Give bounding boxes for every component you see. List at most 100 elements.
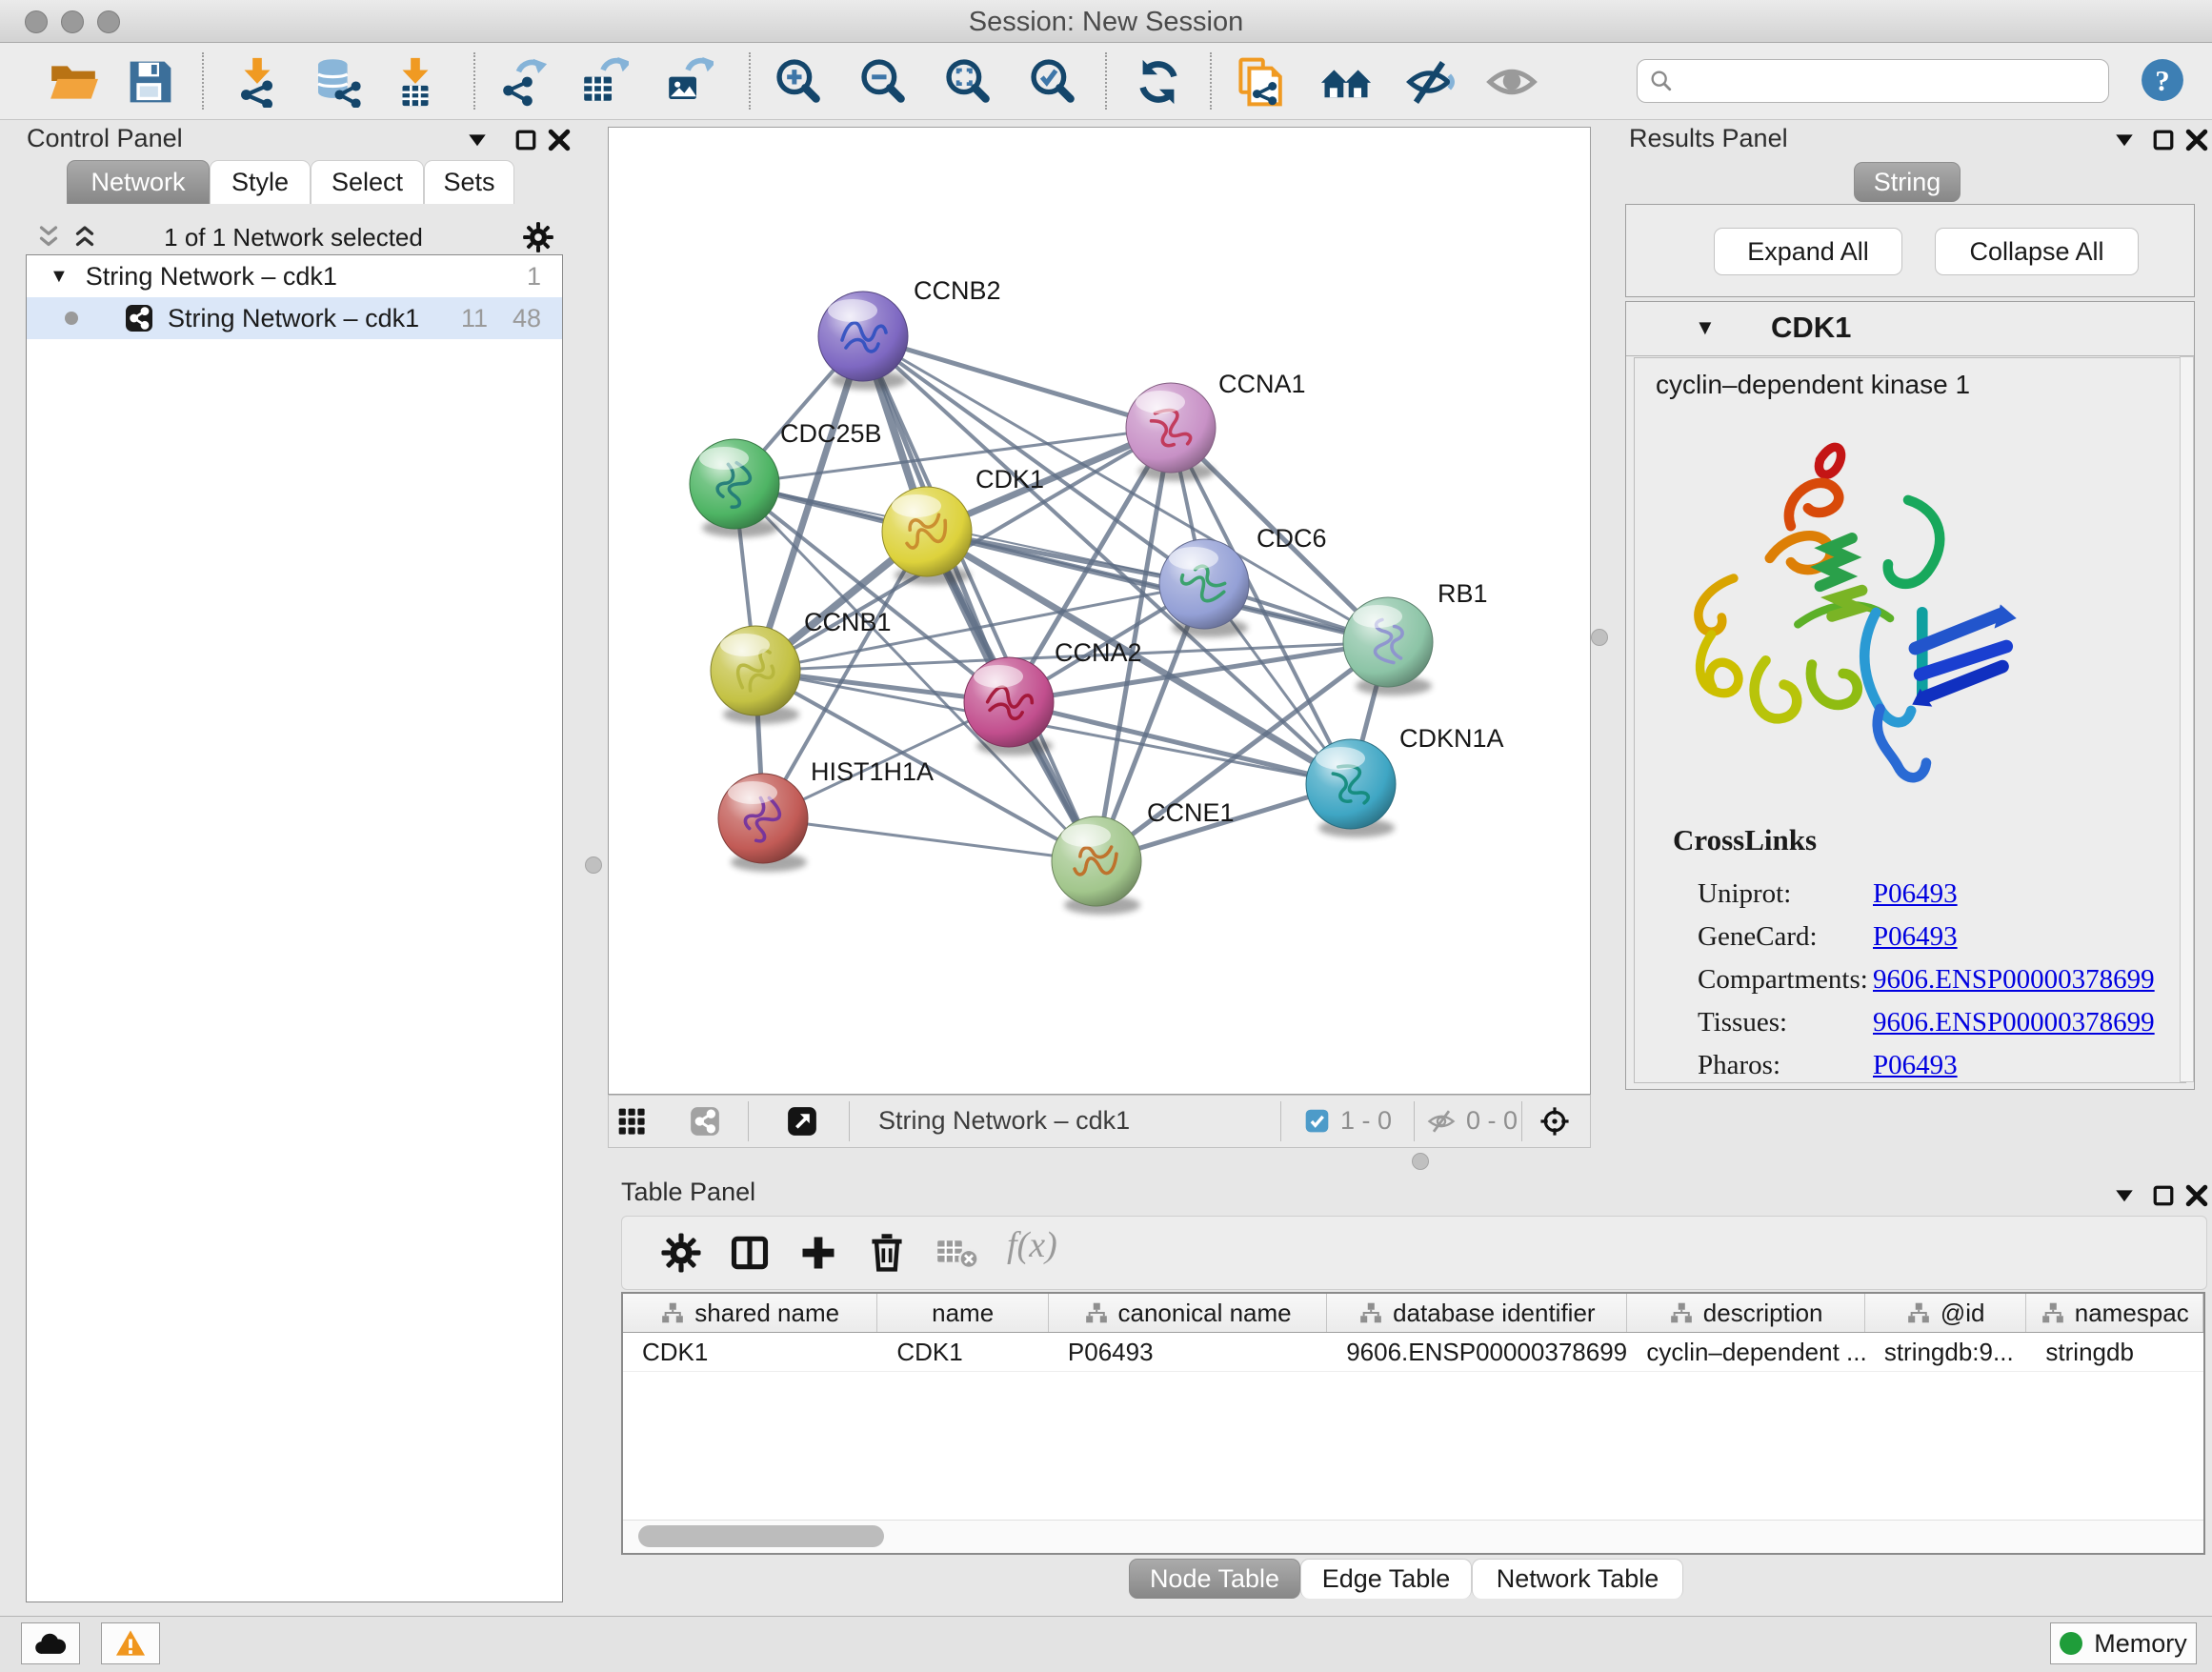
refresh-icon[interactable]	[1133, 56, 1184, 108]
fit-selected-crosshair-icon[interactable]	[1538, 1105, 1571, 1138]
import-network-icon[interactable]	[231, 56, 283, 108]
zoom-selected-icon[interactable]	[1027, 56, 1078, 108]
birdseye-view-icon[interactable]	[786, 1105, 818, 1138]
delete-column-icon[interactable]	[866, 1232, 908, 1274]
column-header-namespac[interactable]: namespac	[2026, 1294, 2203, 1332]
network-canvas[interactable]: CCNB2 CCNA1 CDC25B CDK1 CDC6 RB1 CCNB1 C…	[608, 127, 1591, 1095]
bottom-splitter-handle[interactable]	[1412, 1153, 1429, 1170]
column-header-name[interactable]: name	[877, 1294, 1049, 1332]
table-panel-float-icon[interactable]	[2149, 1181, 2178, 1210]
expand-all-button[interactable]: Expand All	[1714, 228, 1902, 275]
table-cell[interactable]: P06493	[1049, 1333, 1327, 1371]
table-cell[interactable]: CDK1	[623, 1333, 877, 1371]
tab-edge-table[interactable]: Edge Table	[1300, 1559, 1472, 1599]
hide-panel-icon[interactable]	[1403, 56, 1455, 108]
show-columns-icon[interactable]	[729, 1232, 771, 1274]
crosslink-link[interactable]: P06493	[1873, 1050, 1958, 1081]
export-image-icon[interactable]	[662, 56, 714, 108]
results-panel-menu-icon[interactable]	[2110, 126, 2139, 154]
tab-sets[interactable]: Sets	[424, 160, 514, 204]
network-type-icon[interactable]	[689, 1105, 721, 1138]
control-panel-float-icon[interactable]	[512, 126, 540, 154]
crosslink-link[interactable]: P06493	[1873, 921, 1958, 953]
tab-network[interactable]: Network	[67, 160, 210, 204]
warnings-button[interactable]	[101, 1622, 160, 1664]
table-panel-close-icon[interactable]	[2182, 1181, 2211, 1210]
control-panel-menu-icon[interactable]	[463, 126, 492, 154]
import-database-icon[interactable]	[310, 56, 361, 108]
help-button[interactable]: ?	[2140, 57, 2185, 103]
memory-button[interactable]: Memory	[2050, 1622, 2197, 1664]
import-table-icon[interactable]	[390, 56, 441, 108]
tab-node-table[interactable]: Node Table	[1129, 1559, 1300, 1599]
table-cell[interactable]: CDK1	[877, 1333, 1049, 1371]
node-label: CDC6	[1257, 524, 1327, 553]
export-table-icon[interactable]	[577, 56, 629, 108]
table-cell[interactable]: 9606.ENSP00000378699	[1327, 1333, 1627, 1371]
add-column-icon[interactable]	[797, 1232, 839, 1274]
right-splitter-handle[interactable]	[1591, 629, 1608, 646]
network-row[interactable]: String Network – cdk1 11 48	[27, 297, 562, 339]
gene-collapse-icon[interactable]: ▼	[1695, 315, 1716, 340]
tab-network-table[interactable]: Network Table	[1472, 1559, 1683, 1599]
cloud-icon	[33, 1631, 68, 1656]
results-panel-float-icon[interactable]	[2149, 126, 2178, 154]
node-label: CDK1	[975, 465, 1044, 494]
save-session-icon[interactable]	[125, 56, 176, 108]
column-header-database-identifier[interactable]: database identifier	[1327, 1294, 1627, 1332]
collapse-all-networks-icon[interactable]	[34, 223, 63, 252]
network-collection-row[interactable]: ▼ String Network – cdk1 1	[27, 255, 562, 297]
tab-string[interactable]: String	[1854, 162, 1961, 202]
node-label: CDKN1A	[1399, 724, 1504, 753]
export-network-icon[interactable]	[496, 56, 548, 108]
zoom-out-icon[interactable]	[857, 56, 909, 108]
cloud-button[interactable]	[21, 1622, 80, 1664]
hidden-items-eye-icon[interactable]	[1426, 1108, 1457, 1135]
show-eye-icon[interactable]	[1486, 56, 1538, 108]
tab-select[interactable]: Select	[311, 160, 424, 204]
left-splitter-handle[interactable]	[585, 856, 602, 874]
search-input[interactable]	[1637, 59, 2109, 103]
column-header-canonical-name[interactable]: canonical name	[1049, 1294, 1327, 1332]
network-options-gear-icon[interactable]	[522, 221, 554, 253]
crosslink-link[interactable]: 9606.ENSP00000378699	[1873, 964, 2155, 996]
table-cell[interactable]: cyclin–dependent ...	[1627, 1333, 1864, 1371]
selected-items-checkbox-icon[interactable]	[1304, 1108, 1330, 1134]
zoom-fit-icon[interactable]	[942, 56, 994, 108]
function-builder-button[interactable]: f(x)	[1007, 1224, 1057, 1266]
node-CDK1[interactable]: CDK1	[882, 465, 1044, 585]
tab-style[interactable]: Style	[210, 160, 311, 204]
results-panel-close-icon[interactable]	[2182, 126, 2211, 154]
string-home-icon[interactable]	[1320, 56, 1372, 108]
node-HIST1H1A[interactable]: HIST1H1A	[718, 757, 934, 872]
scrollbar-thumb[interactable]	[638, 1525, 884, 1547]
node-CCNE1[interactable]: CCNE1	[1052, 798, 1235, 915]
crosslink-link[interactable]: P06493	[1873, 878, 1958, 910]
column-header-shared-name[interactable]: shared name	[623, 1294, 877, 1332]
results-scrollbar[interactable]	[2180, 356, 2194, 1082]
table-options-gear-icon[interactable]	[660, 1232, 702, 1274]
table-cell[interactable]: stringdb	[2026, 1333, 2203, 1371]
node-CDKN1A[interactable]: CDKN1A	[1306, 724, 1504, 837]
column-header-description[interactable]: description	[1627, 1294, 1864, 1332]
collapse-all-button[interactable]: Collapse All	[1935, 228, 2139, 275]
table-row[interactable]: CDK1CDK1P064939606.ENSP00000378699cyclin…	[623, 1333, 2203, 1372]
grid-view-icon[interactable]	[616, 1106, 647, 1137]
control-panel-close-icon[interactable]	[545, 126, 573, 154]
open-session-icon[interactable]	[48, 56, 99, 108]
collection-expander-icon[interactable]: ▼	[50, 266, 69, 288]
clone-network-icon[interactable]	[1236, 56, 1287, 108]
crosslink-link[interactable]: 9606.ENSP00000378699	[1873, 1007, 2155, 1038]
delete-table-icon[interactable]	[935, 1232, 980, 1274]
expand-all-networks-icon[interactable]	[70, 223, 99, 252]
node-RB1[interactable]: RB1	[1343, 579, 1488, 695]
table-panel-menu-icon[interactable]	[2110, 1181, 2139, 1210]
node-CCNA1[interactable]: CCNA1	[1126, 370, 1306, 481]
node-CCNB2[interactable]: CCNB2	[818, 276, 1001, 390]
gene-section-header[interactable]: ▼ CDK1	[1626, 302, 2194, 356]
zoom-in-icon[interactable]	[773, 56, 824, 108]
search-field	[1637, 59, 2109, 103]
column-header--id[interactable]: @id	[1865, 1294, 2027, 1332]
table-horizontal-scrollbar[interactable]	[623, 1520, 2203, 1553]
table-cell[interactable]: stringdb:9...	[1865, 1333, 2027, 1371]
